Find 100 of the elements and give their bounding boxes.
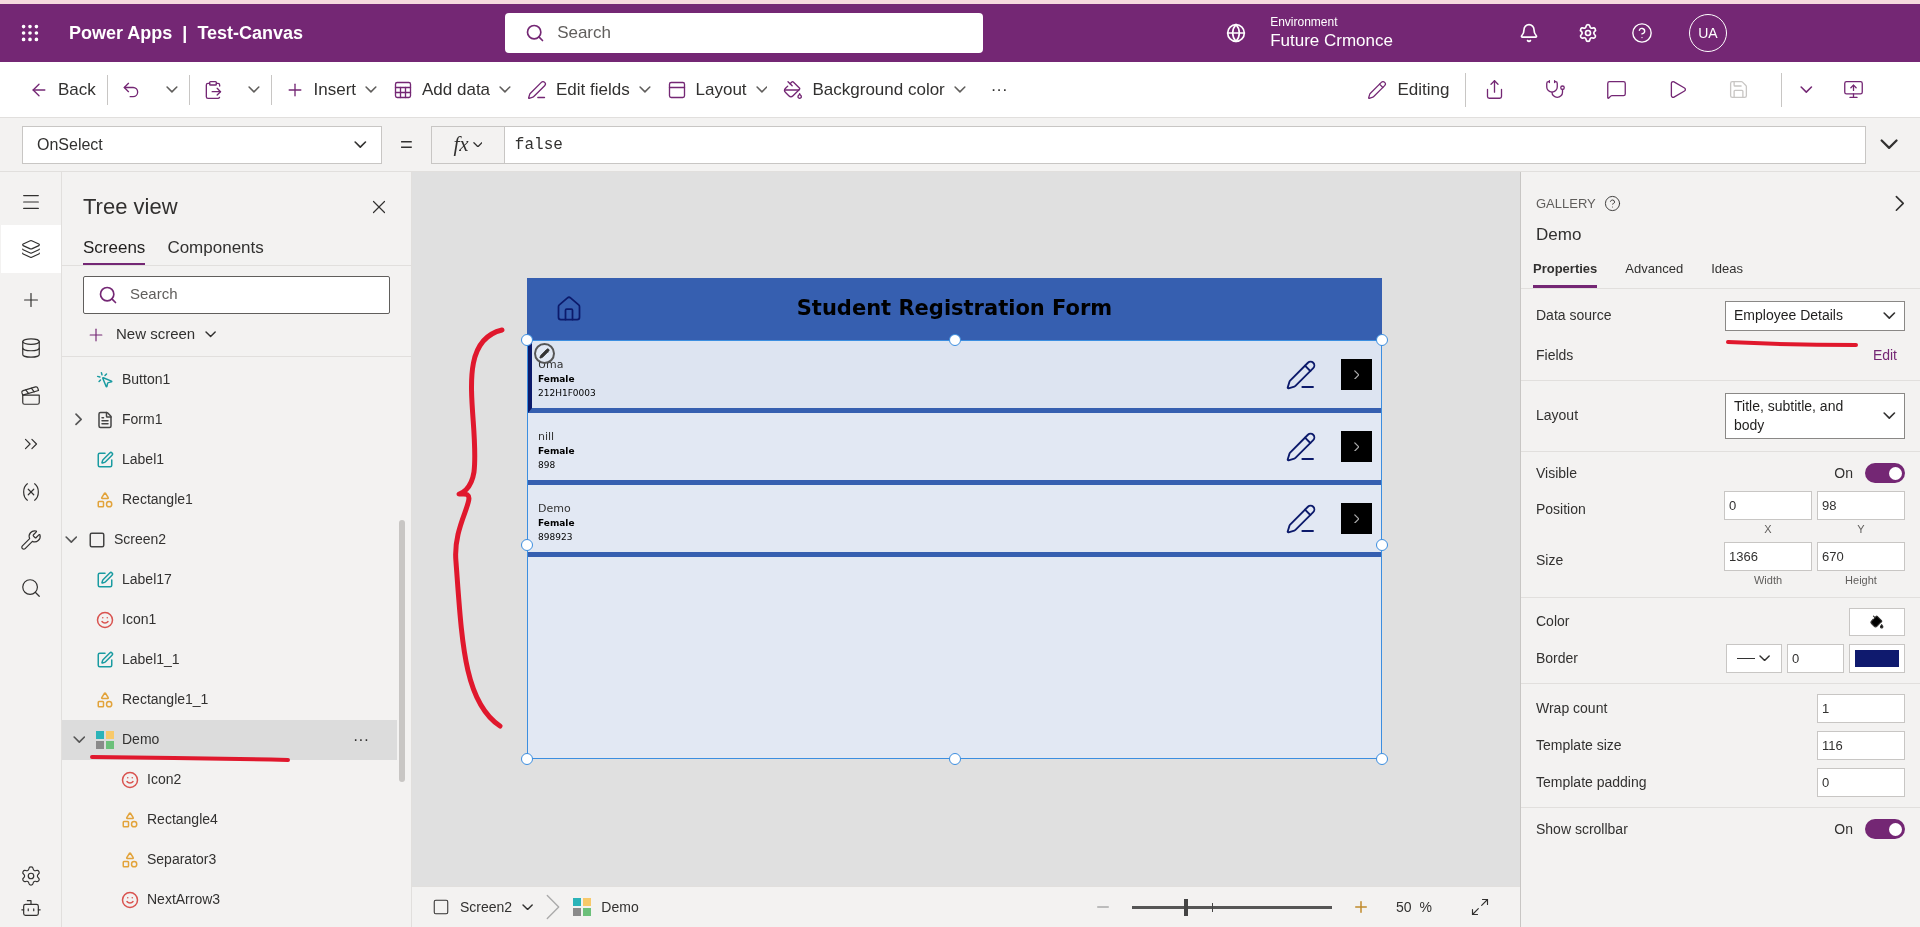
screen-breadcrumb[interactable]: Screen2 — [432, 896, 534, 918]
form-title: Student Registration Form — [795, 295, 1114, 323]
equals-sign: = — [400, 131, 413, 159]
tree-item[interactable]: Rectangle1 — [62, 479, 397, 520]
toggle-switch[interactable] — [1865, 819, 1905, 839]
tree-item[interactable]: Icon1 — [62, 599, 397, 640]
toolbar-button[interactable]: Edit fields — [521, 71, 656, 108]
control-breadcrumb[interactable]: Demo — [573, 896, 639, 918]
new-screen-button[interactable]: New screen — [86, 319, 387, 350]
app-launcher-icon[interactable] — [19, 22, 41, 44]
chevron-right-icon[interactable] — [75, 413, 83, 426]
settings-icon[interactable] — [19, 865, 42, 887]
toolbar-button[interactable]: Insert — [279, 71, 382, 108]
property-dropdown[interactable]: Title, subtitle, and body — [1725, 392, 1905, 439]
tree-item[interactable]: Separator3 — [62, 839, 397, 880]
number-field[interactable]: 0 — [1817, 767, 1905, 797]
settings-icon[interactable] — [1577, 23, 1598, 43]
editing-button[interactable]: Editing — [1361, 76, 1456, 103]
item-subtitle: Female — [538, 373, 576, 386]
formula-field[interactable]: false — [504, 125, 1866, 164]
gallery-item[interactable]: nill Female 898 — [528, 413, 1381, 485]
toolbar-button[interactable]: Back — [24, 71, 101, 108]
media-icon[interactable] — [19, 385, 42, 407]
resize-handle[interactable] — [521, 334, 533, 346]
resize-handle[interactable] — [521, 539, 533, 552]
edit-fields-link[interactable]: Edit — [1872, 344, 1897, 366]
panel-tab[interactable]: Components — [167, 235, 264, 265]
bot-icon[interactable] — [19, 897, 42, 919]
tree-item[interactable]: Form1 — [62, 399, 397, 440]
paint-bucket-icon — [1870, 614, 1884, 629]
home-icon[interactable] — [555, 295, 583, 323]
properties-tab[interactable]: Advanced — [1625, 259, 1684, 288]
number-field[interactable]: 98 — [1817, 490, 1905, 520]
border-style-dropdown[interactable] — [1726, 643, 1782, 673]
edit-template-button[interactable] — [534, 343, 555, 364]
property-dropdown[interactable]: OnSelect — [22, 125, 382, 164]
toolbar-button[interactable]: Add data — [388, 71, 516, 108]
label-control-icon — [96, 450, 114, 469]
environment-label: Environment — [1270, 14, 1339, 30]
tree-item[interactable]: Label1_1 — [62, 639, 397, 680]
tools-icon[interactable] — [19, 529, 42, 551]
toolbar-button[interactable]: Layout — [661, 71, 773, 108]
property-label: Layout — [1536, 406, 1579, 425]
toggle-switch[interactable] — [1865, 463, 1905, 483]
help-icon[interactable] — [1603, 195, 1621, 213]
panel-tab[interactable]: Screens — [83, 235, 146, 265]
gallery-icon — [96, 730, 114, 749]
help-icon[interactable] — [1630, 22, 1653, 44]
border-color-picker[interactable] — [1849, 643, 1905, 673]
number-field[interactable]: 1 — [1817, 693, 1905, 723]
environment-icon[interactable] — [1226, 23, 1247, 43]
number-field[interactable]: 116 — [1817, 730, 1905, 760]
zoom-slider[interactable] — [1131, 898, 1332, 916]
scrollbar[interactable] — [399, 520, 405, 782]
tree-item[interactable]: Label1 — [62, 439, 397, 480]
database-icon[interactable] — [19, 337, 42, 359]
pencil-icon[interactable] — [1285, 430, 1317, 463]
screen-icon — [88, 530, 106, 549]
properties-tab[interactable]: Properties — [1533, 259, 1598, 288]
item-body: 898 — [538, 458, 557, 472]
tree-item[interactable]: Icon2 — [62, 759, 397, 800]
tree-item[interactable]: Rectangle4 — [62, 799, 397, 840]
tree-item[interactable]: Label17 — [62, 559, 397, 600]
chevron-down-icon[interactable] — [64, 535, 78, 544]
tree-item-label: Icon2 — [147, 770, 182, 789]
more-button[interactable]: ··· — [990, 76, 1008, 103]
slider-thumb[interactable] — [1183, 898, 1188, 916]
tree-item[interactable]: Button1 — [62, 359, 397, 400]
fit-to-window-icon[interactable] — [1470, 897, 1490, 917]
number-field[interactable]: 1366 — [1724, 541, 1812, 571]
environment-name[interactable]: Future Crmonce — [1270, 29, 1393, 52]
border-width-field[interactable]: 0 — [1787, 643, 1844, 673]
more-options-button[interactable]: ··· — [353, 727, 369, 752]
collapse-panel-icon[interactable] — [1895, 195, 1905, 213]
pencil-icon[interactable] — [1285, 358, 1317, 391]
notifications-icon[interactable] — [1518, 23, 1539, 43]
property-label: Show scrollbar — [1536, 819, 1628, 839]
table-plus-icon — [393, 79, 413, 100]
tree-view-tab[interactable] — [0, 225, 61, 273]
properties-tab[interactable]: Ideas — [1711, 259, 1743, 288]
tree-item-label: Icon1 — [122, 610, 157, 629]
color-picker[interactable] — [1849, 607, 1905, 636]
toolbar-button[interactable]: Background color — [778, 71, 971, 108]
tree-item[interactable]: NextArrow3 — [62, 879, 397, 920]
tree-item[interactable]: Screen2 — [62, 519, 397, 560]
chevron-down-icon[interactable] — [72, 735, 86, 744]
number-field[interactable]: 0 — [1724, 490, 1812, 520]
search-icon[interactable] — [19, 577, 42, 599]
number-field[interactable]: 670 — [1817, 541, 1905, 571]
tree-item[interactable]: Demo ··· — [62, 719, 397, 760]
gallery-item[interactable]: Demo Female 898923 — [528, 485, 1381, 557]
expand-formula-icon[interactable] — [1879, 139, 1898, 150]
resize-handle[interactable] — [521, 753, 533, 765]
search-field[interactable]: Search — [505, 13, 984, 53]
search-field[interactable]: Search — [83, 275, 390, 314]
paint-bucket-icon — [783, 79, 804, 100]
tree-item[interactable]: Rectangle1_1 — [62, 679, 397, 720]
function-button[interactable]: fx — [430, 125, 505, 164]
pencil-icon[interactable] — [1285, 502, 1317, 535]
resize-handle[interactable] — [1376, 753, 1388, 765]
